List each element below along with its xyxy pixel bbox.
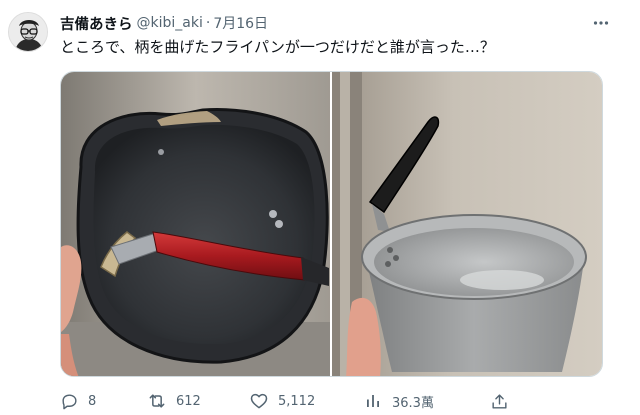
tweet-header: 吉備あきら @kibi_aki · 7月16日 — [60, 13, 268, 33]
tweet: 吉備あきら @kibi_aki · 7月16日 ところで、柄を曲げたフライパンが… — [0, 0, 640, 415]
views-chart-icon — [362, 390, 384, 412]
retweet-button[interactable]: 612 — [146, 388, 201, 414]
retweet-icon — [146, 390, 168, 412]
avatar[interactable] — [8, 12, 48, 52]
photo-aluminum-pot[interactable] — [332, 72, 602, 376]
action-bar: 8 612 5,112 36.3萬 — [58, 388, 508, 414]
heart-icon — [248, 390, 270, 412]
media-grid — [60, 71, 603, 377]
avatar-image — [9, 13, 47, 51]
views-button[interactable]: 36.3萬 — [362, 388, 434, 414]
like-count: 5,112 — [278, 393, 316, 409]
tweet-text: ところで、柄を曲げたフライパンが一つだけだと誰が言った…？ — [60, 38, 495, 56]
photo-frying-pan[interactable] — [61, 72, 330, 376]
ellipsis-icon — [593, 21, 609, 25]
tweet-date[interactable]: 7月16日 — [213, 13, 268, 33]
more-options-button[interactable] — [588, 12, 614, 34]
share-icon — [488, 390, 510, 412]
reply-count: 8 — [88, 393, 97, 409]
display-name[interactable]: 吉備あきら — [60, 13, 133, 34]
separator-dot: · — [205, 15, 211, 31]
reply-button[interactable]: 8 — [58, 388, 96, 414]
share-button[interactable] — [488, 388, 510, 414]
frying-pan-image — [61, 72, 330, 376]
reply-icon — [58, 390, 80, 412]
views-count: 36.3萬 — [392, 395, 434, 411]
aluminum-pot-image — [332, 72, 602, 376]
like-button[interactable]: 5,112 — [248, 388, 315, 414]
retweet-count: 612 — [176, 393, 201, 409]
user-handle[interactable]: @kibi_aki — [137, 15, 203, 31]
